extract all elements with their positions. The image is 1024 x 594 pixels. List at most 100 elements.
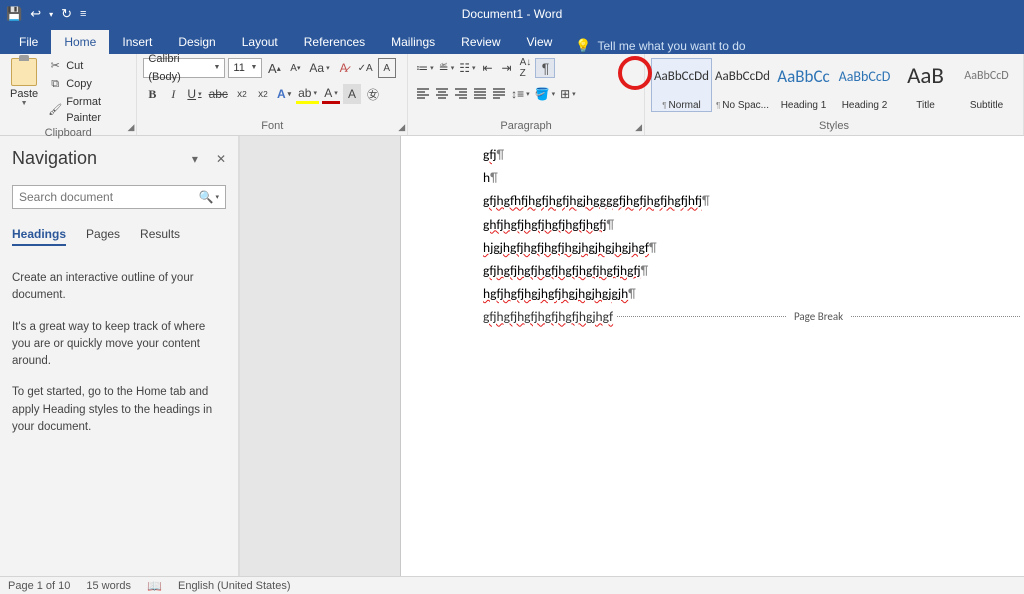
text-effects-button[interactable]: A▾ [275,84,293,104]
style-name: Subtitle [959,100,1014,111]
multilevel-list-button[interactable]: ☷▾ [457,58,477,78]
search-button[interactable]: 🔍▾ [193,190,225,204]
style-card-heading2[interactable]: AaBbCcDHeading 2 [834,58,895,112]
clipboard-dialog-launcher-icon[interactable]: ◢ [127,122,134,133]
strikethrough-button[interactable]: abc [207,84,230,104]
sort-button[interactable]: A↓Z [516,58,534,78]
increase-indent-button[interactable]: ⇥ [497,58,515,78]
character-shading-button[interactable]: A [343,84,361,104]
page-break-row: gfjhgfjhgfjhgfjhgfjhgjhgf Page Break [401,306,1024,327]
style-card-normal[interactable]: AaBbCcDd¶Normal [651,58,712,112]
style-preview: AaBbCcD [839,61,891,91]
window-title: Document1 - Word [462,7,562,21]
pilcrow-mark: ¶ [641,264,649,279]
font-name-combo[interactable]: Calibri (Body)▼ [143,58,225,78]
paintbrush-icon: 🖌 [48,102,62,118]
borders-button[interactable]: ⊞▾ [558,84,578,104]
page-break-label: Page Break [790,310,847,323]
show-hide-pilcrow-button[interactable]: ¶ [535,58,555,78]
pilcrow-mark: ¶ [628,287,636,302]
enclose-char-button[interactable]: ㊛ [364,84,382,104]
bullets-button[interactable]: ≔▾ [414,58,436,78]
redo-icon[interactable]: ▾ [49,10,53,19]
shading-button[interactable]: 🪣▾ [533,84,557,104]
page[interactable]: gfj¶h¶gfjhgfhfjhgfjhgfjhgjhggggfjhgfjhgf… [400,136,1024,576]
nav-close-icon[interactable]: ✕ [216,152,226,166]
align-left-button[interactable] [414,84,432,104]
pilcrow-mark: ¶ [649,241,657,256]
nav-tab-results[interactable]: Results [140,227,180,246]
highlight-button[interactable]: ab▾ [296,84,319,104]
align-center-button[interactable] [433,84,451,104]
distributed-button[interactable] [490,84,508,104]
phonetic-guide-button[interactable]: ✓A [356,58,375,78]
copy-icon: ⧉ [48,76,62,92]
group-clipboard: Paste ▼ ✂Cut ⧉Copy 🖌Format Painter Clipb… [0,54,137,135]
doc-line[interactable]: hjgjhgfjhgfjhgfjhgjhgjhgjhgjhgf¶ [401,237,1024,260]
nav-search[interactable]: 🔍▾ [12,185,226,209]
nav-tab-pages[interactable]: Pages [86,227,120,246]
font-dialog-launcher-icon[interactable]: ◢ [398,122,405,133]
document-area: gfj¶h¶gfjhgfhfjhgfjhgfjhgjhggggfjhgfjhgf… [240,136,1024,576]
save-icon[interactable]: 💾 [6,6,22,22]
superscript-button[interactable]: x2 [254,84,272,104]
clear-format-button[interactable]: A̷ [335,58,353,78]
paste-button[interactable]: Paste ▼ [6,58,42,126]
doc-text[interactable]: gfjhgfjhgfjhgfjhgfjhgjhgf [483,308,613,325]
pilcrow-mark: ¶ [702,194,710,209]
character-border-button[interactable]: A [378,58,396,78]
doc-line[interactable]: gfjhgfhfjhgfjhgfjhgjhggggfjhgfjhgfjhgfjh… [401,190,1024,213]
status-words[interactable]: 15 words [86,580,131,592]
font-color-button[interactable]: A▾ [322,84,340,104]
numbering-button[interactable]: ≝▾ [437,58,457,78]
doc-line[interactable]: ghfjhgfjhgfjhgfjhgfjhgfj¶ [401,214,1024,237]
font-size-combo[interactable]: 11▼ [228,58,262,78]
bold-button[interactable]: B [143,84,161,104]
style-card-title[interactable]: AaBTitle [895,58,956,112]
format-painter-button[interactable]: 🖌Format Painter [48,94,130,126]
tab-view[interactable]: View [514,30,566,54]
decrease-indent-button[interactable]: ⇤ [478,58,496,78]
underline-button[interactable]: U▾ [185,84,203,104]
doc-line[interactable]: gfjhgfjhgfjhgfjhgfjhgfjhgfjhgfj¶ [401,260,1024,283]
undo-icon[interactable]: ↩ [30,6,41,22]
tab-review[interactable]: Review [448,30,513,54]
pilcrow-mark: ¶ [606,218,614,233]
align-right-button[interactable] [452,84,470,104]
paragraph-dialog-launcher-icon[interactable]: ◢ [635,122,642,133]
repeat-icon[interactable]: ↻ [61,6,72,22]
cut-button[interactable]: ✂Cut [48,58,130,74]
status-proofing[interactable]: 📖 [147,579,162,593]
doc-line[interactable]: h¶ [401,167,1024,190]
book-icon: 📖 [147,579,162,593]
tab-file[interactable]: File [6,30,51,54]
tell-me[interactable]: 💡 Tell me what you want to do [575,38,745,54]
shrink-font-button[interactable]: A▾ [286,58,304,78]
nav-help-text: Create an interactive outline of your do… [12,270,226,450]
nav-tab-headings[interactable]: Headings [12,227,66,246]
doc-line[interactable]: hgfjhgfjhgjhgfjhgjhgjhgjgjh¶ [401,283,1024,306]
nav-dropdown-icon[interactable]: ▾ [192,152,198,166]
grow-font-button[interactable]: A▴ [265,58,283,78]
tab-home[interactable]: Home [51,30,109,54]
lightbulb-icon: 💡 [575,38,591,54]
subscript-button[interactable]: x2 [233,84,251,104]
navigation-pane: Navigation ▾ ✕ 🔍▾ Headings Pages Results… [0,136,240,576]
justify-button[interactable] [471,84,489,104]
status-language[interactable]: English (United States) [178,580,291,592]
qat-customize-icon[interactable]: ≡ [80,8,86,20]
change-case-button[interactable]: Aa▾ [307,58,331,78]
copy-button[interactable]: ⧉Copy [48,76,130,92]
search-input[interactable] [13,190,193,204]
style-preview: AaB [907,61,944,91]
status-page[interactable]: Page 1 of 10 [8,580,70,592]
style-card-nospac[interactable]: AaBbCcDd¶No Spac... [712,58,773,112]
line-spacing-button[interactable]: ↕≡▾ [509,84,532,104]
style-card-heading1[interactable]: AaBbCcHeading 1 [773,58,834,112]
style-card-subtitle[interactable]: AaBbCcDSubtitle [956,58,1017,112]
tab-layout[interactable]: Layout [229,30,291,54]
tab-references[interactable]: References [291,30,378,54]
italic-button[interactable]: I [164,84,182,104]
tab-mailings[interactable]: Mailings [378,30,448,54]
doc-line[interactable]: gfj¶ [401,144,1024,167]
